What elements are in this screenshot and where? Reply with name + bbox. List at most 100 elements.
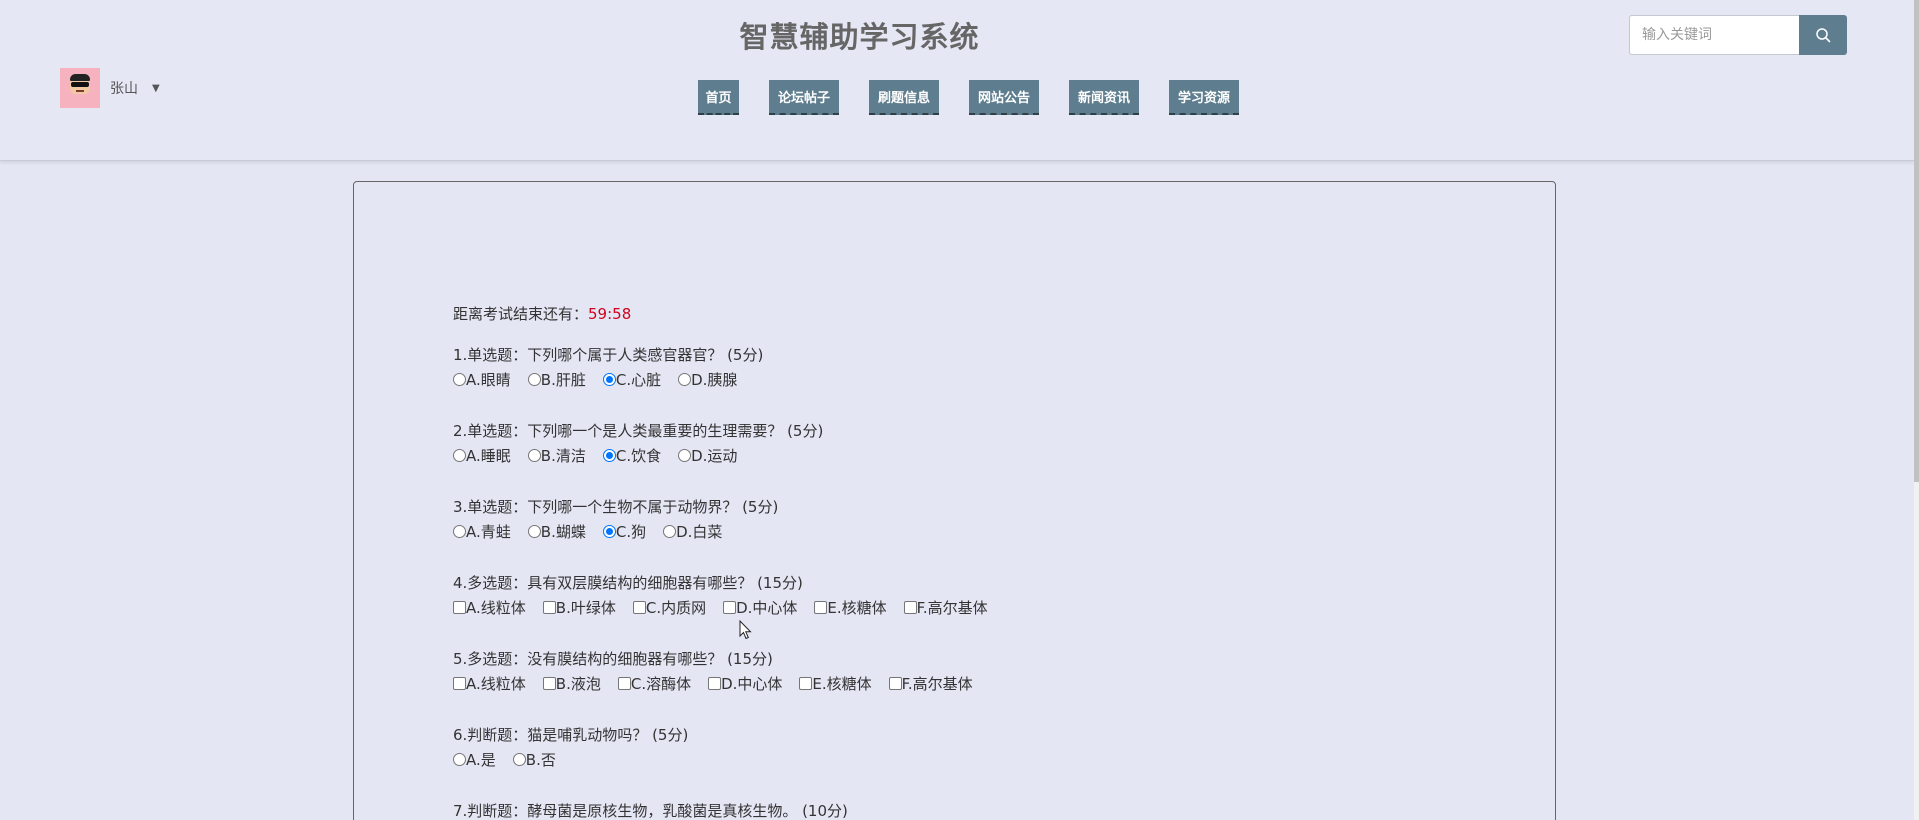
search-button[interactable] — [1799, 15, 1847, 55]
checkbox[interactable] — [542, 600, 556, 614]
radio-button[interactable] — [527, 524, 541, 538]
option-label: E.核糖体 — [827, 598, 887, 617]
answer-option[interactable]: D.胰腺 — [678, 369, 737, 390]
answer-option[interactable]: D.运动 — [678, 445, 737, 466]
checkbox[interactable] — [453, 600, 466, 614]
radio-button[interactable] — [453, 448, 466, 462]
answer-options: A.眼睛 B.肝脏 C.心脏 D.胰腺 — [453, 367, 763, 391]
option-label: D.白菜 — [676, 522, 723, 541]
nav-item-announcements[interactable]: 网站公告 — [969, 80, 1039, 115]
question-title: 1.单选题：下列哪个属于人类感官器官？ (5分) — [453, 346, 764, 364]
answer-option[interactable]: D.白菜 — [663, 521, 722, 542]
answer-option[interactable]: D.中心体 — [708, 673, 782, 694]
option-label: A.线粒体 — [466, 674, 526, 693]
answer-option[interactable]: E.核糖体 — [814, 597, 887, 618]
user-menu[interactable]: 张山 ▼ — [60, 68, 160, 108]
answer-option[interactable]: E.核糖体 — [799, 673, 872, 694]
question-title: 6.判断题：猫是哺乳动物吗？ (5分) — [453, 726, 689, 744]
option-label: C.心脏 — [615, 370, 662, 389]
answer-option[interactable]: D.中心体 — [723, 597, 797, 618]
checkbox[interactable] — [708, 676, 722, 690]
answer-option[interactable]: B.清洁 — [527, 445, 586, 466]
radio-button[interactable] — [678, 448, 692, 462]
option-label: B.蝴蝶 — [540, 522, 586, 541]
answer-option[interactable]: A.睡眠 — [453, 445, 511, 466]
option-label: D.中心体 — [721, 674, 783, 693]
radio-button[interactable] — [663, 524, 677, 538]
answer-options: A.线粒体 B.液泡 C.溶酶体 D.中心体 E.核糖体 F.高尔基体 — [453, 671, 990, 695]
option-label: B.液泡 — [555, 674, 601, 693]
checkbox[interactable] — [723, 600, 737, 614]
caret-down-icon[interactable]: ▼ — [152, 83, 160, 94]
scrollbar-thumb[interactable] — [1914, 0, 1919, 482]
page-scrollbar[interactable] — [1914, 0, 1919, 820]
question-item: 4.多选题：具有双层膜结构的细胞器有哪些？ (15分) A.线粒体 B.叶绿体 C.内… — [453, 571, 1005, 619]
search-input[interactable] — [1629, 15, 1799, 55]
avatar[interactable] — [60, 68, 100, 108]
answer-option[interactable]: A.线粒体 — [453, 597, 526, 618]
question-item: 2.单选题：下列哪一个是人类最重要的生理需要？ (5分) A.睡眠 B.清洁 C.饮食… — [453, 419, 823, 467]
radio-button[interactable] — [602, 448, 616, 462]
checkbox[interactable] — [542, 676, 556, 690]
mouse-cursor-icon — [739, 620, 752, 640]
option-label: C.狗 — [615, 522, 647, 541]
radio-button[interactable] — [453, 524, 466, 538]
radio-button[interactable] — [453, 752, 466, 766]
option-label: D.中心体 — [736, 598, 798, 617]
answer-option[interactable]: B.液泡 — [542, 673, 601, 694]
checkbox[interactable] — [632, 600, 646, 614]
option-label: D.运动 — [691, 446, 738, 465]
answer-option[interactable]: B.肝脏 — [527, 369, 586, 390]
option-label: C.内质网 — [645, 598, 707, 617]
question-item: 1.单选题：下列哪个属于人类感官器官？ (5分) A.眼睛 B.肝脏 C.心脏 D.胰腺 — [453, 343, 763, 391]
answer-option[interactable]: C.饮食 — [602, 445, 661, 466]
answer-option[interactable]: B.叶绿体 — [542, 597, 616, 618]
nav-item-news[interactable]: 新闻资讯 — [1069, 80, 1139, 115]
radio-button[interactable] — [512, 752, 526, 766]
answer-options: A.线粒体 B.叶绿体 C.内质网 D.中心体 E.核糖体 F.高尔基体 — [453, 595, 1005, 619]
radio-button[interactable] — [527, 372, 541, 386]
answer-option[interactable]: C.狗 — [602, 521, 647, 542]
answer-option[interactable]: B.否 — [512, 749, 556, 770]
checkbox[interactable] — [888, 676, 902, 690]
option-label: A.眼睛 — [466, 370, 511, 389]
answer-options: A.青蛙 B.蝴蝶 C.狗 D.白菜 — [453, 519, 778, 543]
nav-item-forum[interactable]: 论坛帖子 — [769, 80, 839, 115]
radio-button[interactable] — [602, 372, 616, 386]
option-label: D.胰腺 — [691, 370, 738, 389]
nav-item-home[interactable]: 首页 — [698, 80, 739, 115]
checkbox[interactable] — [799, 676, 813, 690]
user-name[interactable]: 张山 — [110, 78, 138, 98]
answer-option[interactable]: A.青蛙 — [453, 521, 511, 542]
answer-option[interactable]: C.内质网 — [632, 597, 707, 618]
question-title: 5.多选题：没有膜结构的细胞器有哪些？ (15分) — [453, 650, 773, 668]
search-box — [1629, 15, 1847, 55]
option-label: E.核糖体 — [812, 674, 872, 693]
checkbox[interactable] — [814, 600, 828, 614]
radio-button[interactable] — [453, 372, 466, 386]
nav-item-resources[interactable]: 学习资源 — [1169, 80, 1239, 115]
answer-option[interactable]: B.蝴蝶 — [527, 521, 586, 542]
question-item: 6.判断题：猫是哺乳动物吗？ (5分) A.是 B.否 — [453, 723, 688, 771]
answer-option[interactable]: A.眼睛 — [453, 369, 511, 390]
answer-option[interactable]: C.溶酶体 — [617, 673, 691, 694]
answer-option[interactable]: C.心脏 — [602, 369, 662, 390]
radio-button[interactable] — [678, 372, 692, 386]
answer-option[interactable]: A.线粒体 — [453, 673, 526, 694]
checkbox[interactable] — [617, 676, 631, 690]
answer-option[interactable]: A.是 — [453, 749, 496, 770]
top-header: 智慧辅助学习系统 张山 ▼ 首页 论坛帖子 刷题信息 网站公告 新闻资讯 学习资… — [0, 0, 1914, 161]
option-label: B.清洁 — [540, 446, 586, 465]
option-label: B.肝脏 — [540, 370, 586, 389]
radio-button[interactable] — [527, 448, 541, 462]
checkbox[interactable] — [453, 676, 466, 690]
exam-timer: 距离考试结束还有：59:58 — [453, 303, 631, 324]
answer-option[interactable]: F.高尔基体 — [888, 673, 973, 694]
answer-option[interactable]: F.高尔基体 — [903, 597, 988, 618]
nav-item-practice[interactable]: 刷题信息 — [869, 80, 939, 115]
timer-label: 距离考试结束还有： — [453, 305, 589, 323]
option-label: A.青蛙 — [466, 522, 511, 541]
main-nav: 首页 论坛帖子 刷题信息 网站公告 新闻资讯 学习资源 — [698, 80, 1269, 115]
checkbox[interactable] — [903, 600, 917, 614]
radio-button[interactable] — [602, 524, 616, 538]
